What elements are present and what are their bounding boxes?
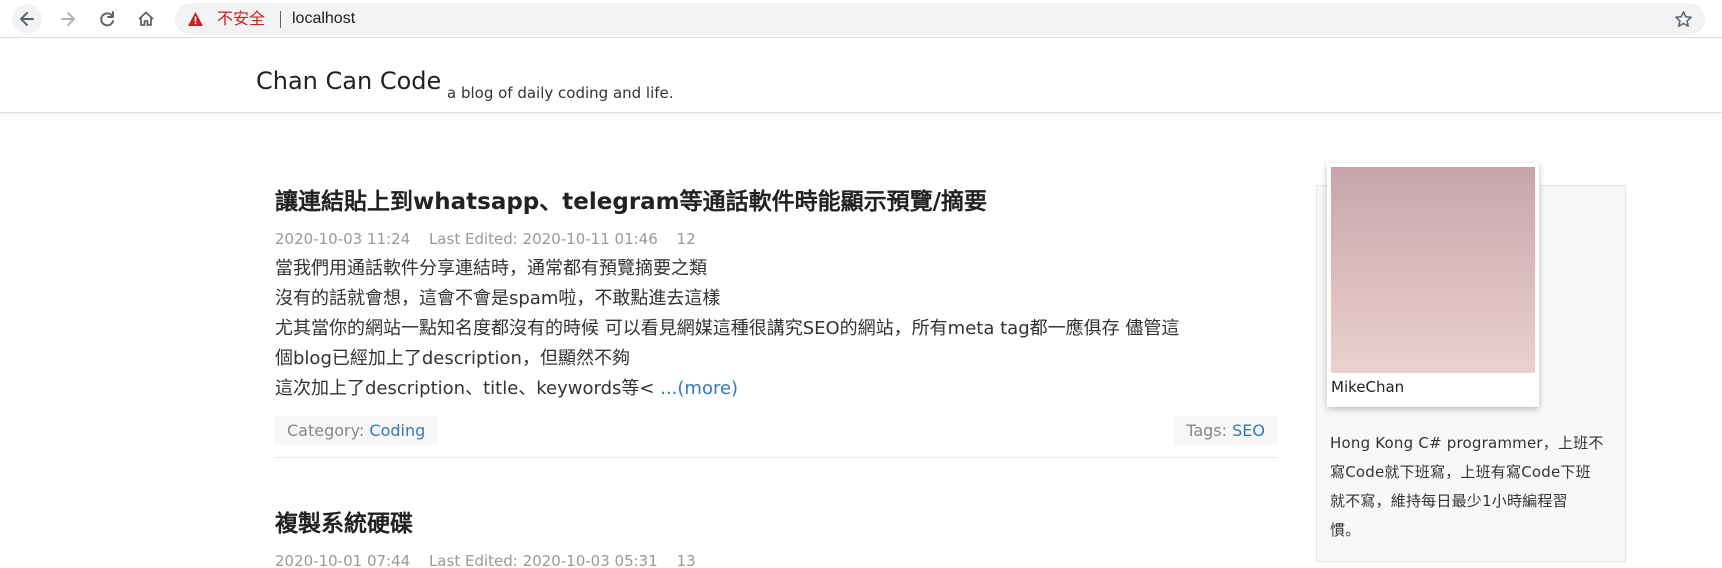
summary-line: 沒有的話就會想，這會不會是spam啦，不敢點進去這樣 — [275, 288, 721, 309]
post-meta: 2020-10-01 07:44 Last Edited: 2020-10-03… — [275, 551, 1277, 568]
category-label: Category: — [287, 421, 370, 440]
arrow-left-icon — [20, 12, 34, 26]
bio-line: 慣。 — [1330, 521, 1361, 539]
post-category: Category: Coding — [275, 416, 438, 445]
post-last-edited: Last Edited: 2020-10-03 05:31 — [428, 552, 658, 568]
post-date: 2020-10-03 11:24 — [275, 230, 411, 248]
profile-name: MikeChan — [1331, 378, 1405, 396]
bio-line: 寫Code就下班寫，上班有寫Code下班 — [1330, 463, 1591, 481]
back-button[interactable] — [12, 4, 42, 34]
post-summary: 當我們用通話軟件分享連結時，通常都有預覽摘要之類 沒有的話就會想，這會不會是sp… — [275, 254, 1277, 404]
url-text[interactable]: localhost — [292, 9, 355, 29]
bio-line: Hong Kong C# programmer，上班不 — [1330, 434, 1604, 452]
address-separator — [280, 11, 281, 28]
browser-toolbar: 不安全 localhost — [0, 0, 1722, 38]
post-tags: Tags: SEO — [1174, 416, 1277, 445]
home-button[interactable] — [131, 4, 161, 34]
warning-triangle-icon[interactable] — [187, 11, 204, 27]
profile-card: MikeChan — [1327, 163, 1539, 407]
security-status-label[interactable]: 不安全 — [217, 9, 265, 29]
summary-line-text: 這次加上了description、title、keywords等< — [275, 378, 661, 399]
summary-line-last: 這次加上了description、title、keywords等< ...(mo… — [275, 374, 1277, 404]
forward-button[interactable] — [53, 4, 83, 34]
site-tagline: a blog of daily coding and life. — [447, 84, 674, 102]
post-view-count: 13 — [676, 552, 696, 568]
reload-icon — [100, 11, 114, 27]
summary-line: 當我們用通話軟件分享連結時，通常都有預覽摘要之類 — [275, 258, 707, 279]
address-bar[interactable]: 不安全 localhost — [175, 3, 1705, 35]
star-icon[interactable] — [1674, 10, 1693, 29]
post-date: 2020-10-01 07:44 — [275, 552, 411, 568]
arrow-right-icon — [61, 12, 75, 26]
post-meta: 2020-10-03 11:24 Last Edited: 2020-10-11… — [275, 229, 1277, 249]
site-title-link[interactable]: Chan Can Code — [256, 66, 441, 96]
summary-line: 個blog已經加上了description，但顯然不夠 — [275, 348, 630, 369]
post-footer: Category: Coding Tags: SEO — [275, 414, 1277, 458]
summary-line: 尤其當你的網站一點知名度都沒有的時候 可以看見網媒這種很講究SEO的網站，所有m… — [275, 318, 1180, 339]
tag-link[interactable]: SEO — [1232, 421, 1265, 440]
avatar — [1331, 167, 1535, 373]
site-header: Chan Can Code a blog of daily coding and… — [0, 39, 1722, 113]
post-title-link[interactable]: 複製系統硬碟 — [275, 505, 1277, 543]
post-view-count: 12 — [676, 230, 696, 248]
home-icon — [138, 11, 154, 26]
post-item: 複製系統硬碟 2020-10-01 07:44 Last Edited: 202… — [275, 505, 1277, 568]
reload-button[interactable] — [92, 4, 122, 34]
post-last-edited: Last Edited: 2020-10-11 01:46 — [428, 230, 658, 248]
post-title-link[interactable]: 讓連結貼上到whatsapp、telegram等通話軟件時能顯示預覽/摘要 — [275, 183, 1277, 221]
category-link[interactable]: Coding — [369, 421, 425, 440]
post-item: 讓連結貼上到whatsapp、telegram等通話軟件時能顯示預覽/摘要 20… — [275, 183, 1277, 458]
profile-bio: Hong Kong C# programmer，上班不 寫Code就下班寫，上班… — [1330, 429, 1615, 545]
bio-line: 就不寫，維持每日最少1小時編程習 — [1330, 492, 1568, 510]
tags-label: Tags: — [1186, 421, 1233, 440]
read-more-link[interactable]: ...(more) — [660, 378, 738, 399]
